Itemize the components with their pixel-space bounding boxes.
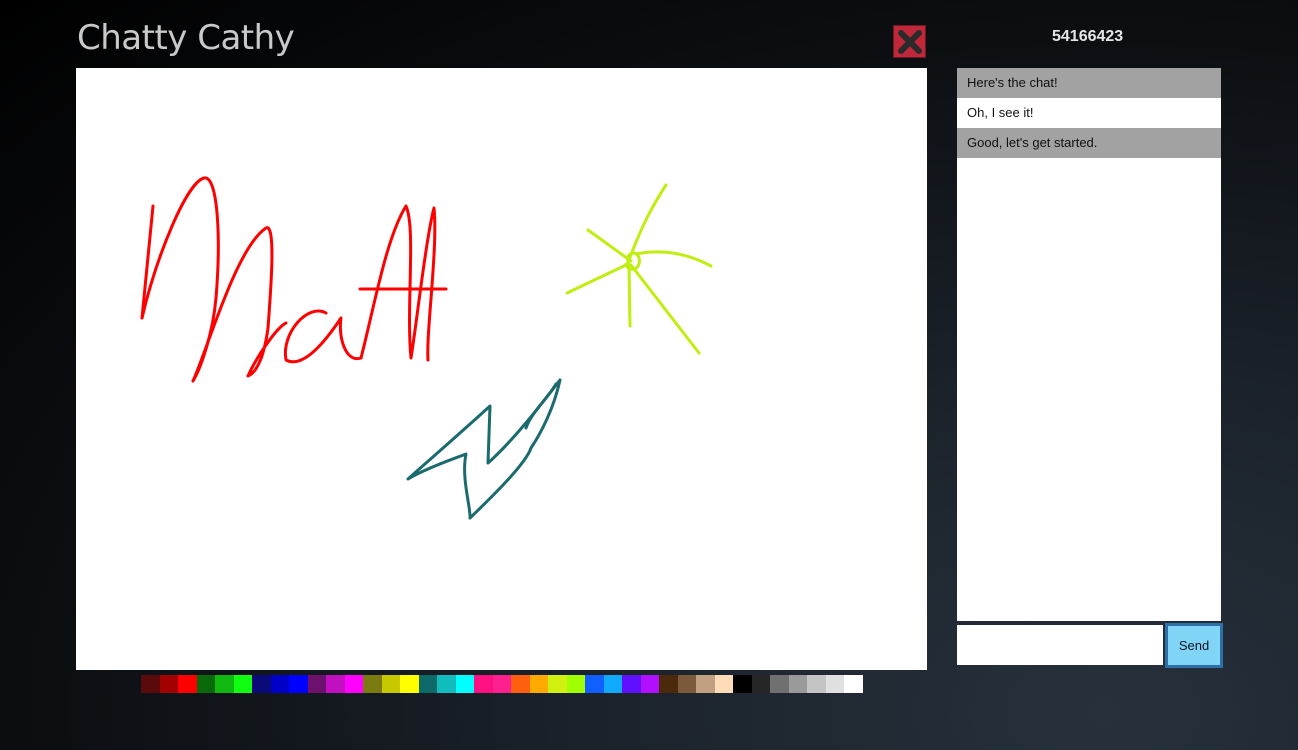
palette-swatch[interactable] [400,675,419,693]
palette-swatch[interactable] [751,675,770,693]
palette-swatch[interactable] [640,675,659,693]
room-id: 54166423 [1052,28,1124,45]
chat-message: Good, let's get started. [957,128,1221,158]
sun-drawing [565,183,713,355]
palette-swatch[interactable] [825,675,844,693]
palette-swatch[interactable] [233,675,252,693]
palette-swatch[interactable] [474,675,493,693]
palette-swatch[interactable] [326,675,345,693]
palette-swatch[interactable] [178,675,197,693]
color-palette [141,675,863,693]
palette-swatch[interactable] [603,675,622,693]
palette-swatch[interactable] [215,675,234,693]
palette-swatch[interactable] [252,675,271,693]
chat-input[interactable] [957,625,1163,665]
palette-swatch[interactable] [566,675,585,693]
palette-swatch[interactable] [141,675,160,693]
chat-log[interactable]: Here's the chat! Oh, I see it! Good, let's… [957,68,1221,621]
chat-message: Oh, I see it! [967,105,1034,120]
drawing-canvas[interactable] [76,68,927,670]
palette-swatch[interactable] [548,675,567,693]
chat-message: Here's the chat! [957,68,1221,98]
palette-swatch[interactable] [381,675,400,693]
signature-drawing [140,176,448,383]
palette-swatch[interactable] [437,675,456,693]
palette-swatch[interactable] [696,675,715,693]
palette-swatch[interactable] [196,675,215,693]
palette-swatch[interactable] [344,675,363,693]
palette-swatch[interactable] [529,675,548,693]
palette-swatch[interactable] [270,675,289,693]
palette-swatch[interactable] [844,675,863,693]
send-button[interactable]: Send [1165,623,1223,668]
palette-swatch[interactable] [455,675,474,693]
close-button[interactable] [893,25,926,58]
palette-swatch[interactable] [622,675,641,693]
palette-swatch[interactable] [159,675,178,693]
palette-swatch[interactable] [418,675,437,693]
palette-swatch[interactable] [677,675,696,693]
palette-swatch[interactable] [788,675,807,693]
palette-swatch[interactable] [659,675,678,693]
palette-swatch[interactable] [585,675,604,693]
palette-swatch[interactable] [511,675,530,693]
palette-swatch[interactable] [733,675,752,693]
palette-swatch[interactable] [807,675,826,693]
palette-swatch[interactable] [289,675,308,693]
palette-swatch[interactable] [307,675,326,693]
palette-swatch[interactable] [714,675,733,693]
app-title: Chatty Cathy [77,18,295,58]
close-x-icon [897,29,922,54]
bolt-drawing [406,378,562,520]
palette-swatch[interactable] [492,675,511,693]
palette-swatch[interactable] [363,675,382,693]
palette-swatch[interactable] [770,675,789,693]
